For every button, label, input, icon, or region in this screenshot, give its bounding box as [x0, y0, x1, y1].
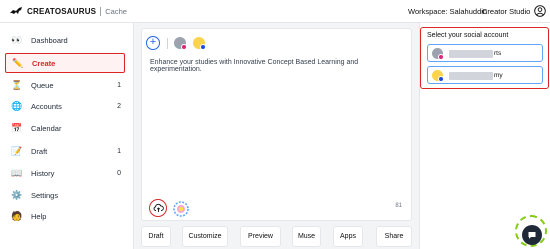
brand-name: CREATOSAURUS: [27, 6, 97, 16]
sidebar-item-count: 0: [117, 169, 121, 177]
globe-icon: 🌐: [11, 100, 23, 111]
sidebar-item-count: 1: [117, 81, 121, 89]
preview-button[interactable]: Preview: [240, 226, 281, 247]
calendar-icon: 📅: [11, 122, 23, 133]
sidebar-item-queue[interactable]: ⏳ Queue 1: [5, 75, 125, 95]
sidebar-item-help[interactable]: 🧑 Help: [5, 206, 125, 226]
muse-button[interactable]: Muse: [292, 226, 321, 247]
social-account-card-facebook[interactable]: my: [427, 66, 543, 84]
sidebar-item-label: Help: [31, 211, 47, 221]
notepad-icon: 📝: [11, 145, 23, 156]
blurred-account-name: [449, 50, 493, 58]
creator-studio-link[interactable]: Creator Studio: [482, 7, 530, 16]
instagram-badge-icon: [181, 44, 187, 50]
sidebar: 👀 Dashboard ✏️ Create ⏳ Queue 1 🌐 Accoun…: [0, 23, 134, 249]
sidebar-item-label: History: [31, 168, 55, 178]
sidebar-item-label: Settings: [31, 190, 59, 200]
gear-icon: ⚙️: [11, 189, 23, 200]
facebook-badge-icon: [200, 44, 206, 50]
book-icon: 📖: [11, 167, 23, 178]
sidebar-item-calendar[interactable]: 📅 Calendar: [5, 118, 125, 138]
chat-widget[interactable]: [512, 212, 550, 249]
chat-button[interactable]: [522, 225, 542, 245]
blurred-account-name: [449, 72, 493, 80]
account-name-suffix: rts: [494, 50, 502, 57]
sidebar-item-label: Draft: [31, 146, 48, 156]
workspace-selector[interactable]: Workspace: Salahuddin: [408, 7, 487, 16]
sidebar-item-label: Queue: [31, 80, 54, 90]
add-account-button[interactable]: +: [146, 36, 160, 50]
dinosaur-logo-icon: [10, 7, 22, 14]
panel-title: Select your social account: [427, 32, 509, 39]
sidebar-item-label: Create: [32, 58, 56, 68]
sidebar-item-dashboard[interactable]: 👀 Dashboard: [5, 30, 125, 50]
sidebar-item-count: 1: [117, 147, 121, 155]
share-button[interactable]: Share: [376, 226, 412, 247]
sidebar-item-count: 2: [117, 102, 121, 110]
facebook-badge-icon: [438, 76, 444, 82]
upload-cloud-icon: [153, 203, 164, 212]
app-name: Cache: [105, 6, 127, 16]
character-count: 81: [395, 203, 402, 209]
pencil-icon: ✏️: [12, 57, 24, 68]
sidebar-item-label: Calendar: [31, 123, 62, 133]
customize-button[interactable]: Customize: [182, 226, 228, 247]
sidebar-item-settings[interactable]: ⚙️ Settings: [5, 185, 125, 205]
draft-button[interactable]: Draft: [141, 226, 171, 247]
eyes-icon: 👀: [11, 34, 23, 45]
sidebar-item-draft[interactable]: 📝 Draft 1: [5, 141, 125, 161]
design-palette-icon[interactable]: [173, 201, 189, 217]
chat-bubble-icon: [528, 232, 536, 239]
upload-media-button[interactable]: [149, 199, 167, 217]
social-account-card-instagram[interactable]: rts: [427, 44, 543, 62]
hourglass-icon: ⏳: [11, 79, 23, 90]
sidebar-item-label: Accounts: [31, 101, 62, 111]
account-name-suffix: my: [494, 72, 503, 79]
sidebar-item-history[interactable]: 📖 History 0: [5, 163, 125, 183]
post-text-input[interactable]: Enhance your studies with Innovative Con…: [150, 59, 411, 73]
divider: [167, 38, 168, 49]
logo-divider: [100, 6, 102, 16]
sidebar-item-label: Dashboard: [31, 35, 68, 45]
sidebar-item-create[interactable]: ✏️ Create: [5, 53, 125, 73]
post-composer: + Enhance your studies with Innovative C…: [141, 28, 412, 221]
logo[interactable]: CREATOSAURUS Cache: [9, 6, 127, 16]
user-account-icon[interactable]: [534, 5, 546, 17]
apps-button[interactable]: Apps: [333, 226, 363, 247]
social-account-selector: Select your social account rts my: [420, 27, 549, 89]
top-bar: CREATOSAURUS Cache Workspace: Salahuddin…: [0, 0, 550, 23]
sidebar-item-accounts[interactable]: 🌐 Accounts 2: [5, 96, 125, 116]
person-icon: 🧑: [11, 210, 23, 221]
instagram-badge-icon: [438, 54, 444, 60]
